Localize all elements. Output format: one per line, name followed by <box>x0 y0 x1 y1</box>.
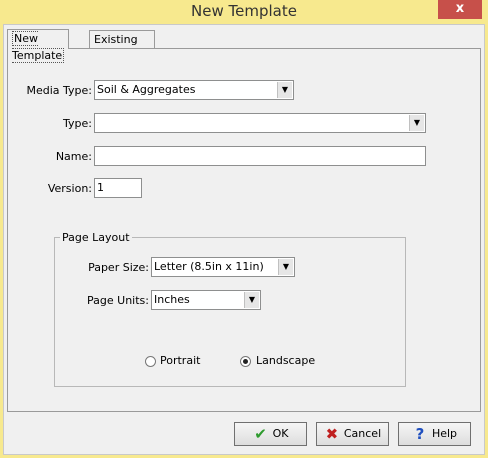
version-field[interactable]: 1 <box>94 178 142 198</box>
title-bar[interactable]: New Template x <box>0 0 488 24</box>
window-title: New Template <box>191 2 297 20</box>
type-select[interactable]: ▼ <box>94 113 426 133</box>
new-template-panel: Media Type: Soil & Aggregates ▼ Type: ▼ … <box>7 48 481 412</box>
ok-button-label: OK <box>272 427 289 440</box>
name-field[interactable] <box>94 146 426 166</box>
question-mark-icon: ? <box>415 425 425 443</box>
close-icon: x <box>455 1 465 16</box>
page-layout-group: Page Layout Paper Size: Letter (8.5in x … <box>54 231 406 387</box>
checkmark-icon: ✔ <box>254 425 267 443</box>
paper-size-select[interactable]: Letter (8.5in x 11in) ▼ <box>151 257 295 277</box>
cancel-button-label: Cancel <box>343 427 382 440</box>
help-button-label: Help <box>431 427 458 440</box>
tab-new-template-label: New Template <box>12 31 65 63</box>
landscape-radio[interactable] <box>240 356 251 367</box>
close-button[interactable]: x <box>438 0 482 19</box>
media-type-value: Soil & Aggregates <box>97 83 196 96</box>
page-units-select[interactable]: Inches ▼ <box>151 290 261 310</box>
x-icon: ✖ <box>325 425 339 443</box>
cancel-button[interactable]: ✖ Cancel <box>316 422 389 446</box>
help-button[interactable]: ? Help <box>398 422 471 446</box>
portrait-radio[interactable] <box>145 356 156 367</box>
chevron-down-icon[interactable]: ▼ <box>244 292 259 308</box>
version-value: 1 <box>97 181 104 194</box>
portrait-label[interactable]: Portrait <box>160 354 200 367</box>
page-units-label: Page Units: <box>87 294 149 307</box>
tab-new-template[interactable]: New Template <box>7 29 70 63</box>
page-layout-legend: Page Layout <box>60 231 132 244</box>
new-template-window: New Template x New Template Existing Tem… <box>0 0 488 458</box>
name-label: Name: <box>55 150 92 163</box>
media-type-label: Media Type: <box>26 84 92 97</box>
ok-button[interactable]: ✔ OK <box>234 422 307 446</box>
tab-existing-templates[interactable]: Existing Templates <box>89 30 155 63</box>
chevron-down-icon[interactable]: ▼ <box>278 259 293 275</box>
paper-size-label: Paper Size: <box>88 261 149 274</box>
chevron-down-icon[interactable]: ▼ <box>277 82 292 98</box>
chevron-down-icon[interactable]: ▼ <box>409 115 424 131</box>
landscape-label[interactable]: Landscape <box>256 354 315 367</box>
paper-size-value: Letter (8.5in x 11in) <box>154 260 264 273</box>
dialog-client: New Template Existing Templates Media Ty… <box>3 24 485 455</box>
version-label: Version: <box>47 182 92 195</box>
type-label: Type: <box>63 117 92 130</box>
media-type-select[interactable]: Soil & Aggregates ▼ <box>94 80 294 100</box>
page-units-value: Inches <box>154 293 190 306</box>
